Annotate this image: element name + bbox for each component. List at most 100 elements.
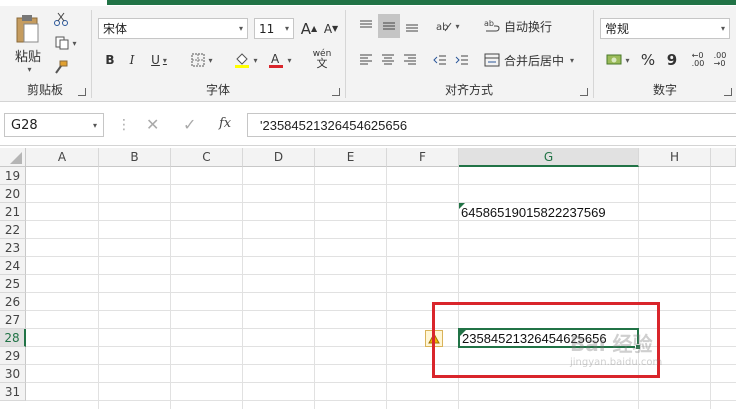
chevron-down-icon: ▾ [253,55,258,65]
paste-button[interactable]: 粘贴 ▾ [8,12,48,76]
grid-line [26,256,736,257]
grow-font-button[interactable]: A ▲ [300,18,318,39]
font-color-icon: A [269,52,284,68]
svg-text:ab: ab [484,19,494,28]
format-painter-button[interactable] [52,58,70,76]
comma-style-button[interactable]: 9 [662,50,682,70]
font-color-button[interactable]: A ▾ [264,50,296,70]
row-header-24[interactable]: 24 [0,257,26,275]
increase-indent-button[interactable] [452,50,472,70]
middle-align-button[interactable] [378,14,400,38]
grid-line [26,274,736,275]
borders-icon [191,53,205,67]
grid-line [170,167,171,409]
align-top-icon [360,20,372,28]
font-size-select[interactable]: 11 ▾ [254,18,294,39]
percent-button[interactable]: % [638,50,658,70]
number-group-label: 数字 [652,83,677,97]
paste-label: 粘贴 [14,50,41,65]
more-options-icon[interactable]: ⋮ [117,117,131,133]
cut-button[interactable] [52,10,70,28]
column-header-overflow[interactable] [711,148,736,167]
align-middle-icon [383,22,395,30]
column-header-g[interactable]: G [459,148,639,167]
row-header-20[interactable]: 20 [0,185,26,203]
align-right-button[interactable] [400,50,420,70]
column-header-a[interactable]: A [26,148,99,167]
bottom-align-button[interactable] [402,16,422,36]
shrink-font-button[interactable]: A ▼ [322,18,340,39]
row-header-21[interactable]: 21 [0,203,26,221]
column-header-h[interactable]: H [639,148,711,167]
ribbon: 粘贴 ▾ ▾ 剪贴板 宋体 ▾ 11 ▾ A ▲ A ▼ B I U ▾ ▾ ▾… [0,6,736,102]
paste-dropdown-arrow: ▾ [27,65,32,74]
enter-icon[interactable]: ✓ [183,115,196,134]
alignment-launcher-icon[interactable] [580,88,588,96]
chevron-down-icon: ▾ [208,55,213,65]
chevron-down-icon[interactable]: ▾ [93,121,97,130]
row-header-29[interactable]: 29 [0,347,26,365]
orientation-button[interactable]: ab ▾ [432,16,464,36]
number-format-value: 常规 [605,22,630,36]
top-align-button[interactable] [356,16,376,36]
font-launcher-icon[interactable] [332,88,340,96]
formula-input[interactable]: '23584521326454625656 [247,113,736,137]
row-header-22[interactable]: 22 [0,221,26,239]
column-header-e[interactable]: E [315,148,387,167]
paste-icon [16,15,39,43]
chevron-down-icon: ▾ [455,21,460,31]
font-name-select[interactable]: 宋体 ▾ [98,18,248,39]
chevron-down-icon: ▾ [162,55,167,65]
italic-icon: I [129,53,135,67]
clipboard-group-label: 剪贴板 [26,83,63,97]
alignment-group: ab ▾ ab 自动换行 合并后居中 ▾ 对齐方式 [346,6,592,102]
row-header-26[interactable]: 26 [0,293,26,311]
align-left-button[interactable] [356,50,376,70]
underline-button[interactable]: U ▾ [144,50,174,70]
align-center-button[interactable] [378,50,398,70]
shrink-font-icon: A [323,21,333,36]
merge-center-icon [484,53,500,67]
row-header-31[interactable]: 31 [0,383,26,401]
accounting-format-button[interactable]: ▾ [602,50,634,70]
row-header-25[interactable]: 25 [0,275,26,293]
column-header-b[interactable]: B [99,148,171,167]
merge-center-button[interactable]: 合并后居中 ▾ [484,50,580,70]
increase-indent-icon [455,55,468,65]
column-header-c[interactable]: C [171,148,243,167]
increase-decimal-button[interactable]: ←0.00 [688,50,708,70]
watermark-subtext: jingyan.baidu.com [570,357,663,368]
svg-text:ab: ab [436,22,448,33]
copy-button[interactable]: ▾ [52,34,80,52]
fill-color-button[interactable]: ▾ [230,50,262,70]
increase-decimal-icon: ←0.00 [691,51,705,68]
bold-button[interactable]: B [100,50,120,70]
grid-line [26,382,736,383]
chevron-down-icon: ▾ [238,24,243,33]
row-header-28[interactable]: 28 [0,329,26,347]
number-launcher-icon[interactable] [724,88,732,96]
row-header-19[interactable]: 19 [0,167,26,185]
row-header-27[interactable]: 27 [0,311,26,329]
grid-line [26,184,736,185]
number-format-select[interactable]: 常规 ▾ [600,18,730,39]
decrease-indent-button[interactable] [430,50,450,70]
name-box[interactable]: G28 ▾ [4,113,104,137]
insert-function-button[interactable]: fx [219,116,231,131]
decrease-decimal-button[interactable]: .00 →0 [710,50,730,70]
phonetic-button[interactable]: wén 文 [304,46,340,72]
formula-content: '23584521326454625656 [260,117,408,133]
bold-icon: B [105,53,115,67]
row-header-23[interactable]: 23 [0,239,26,257]
currency-icon [606,54,622,65]
clipboard-launcher-icon[interactable] [78,88,86,96]
borders-button[interactable]: ▾ [186,50,218,70]
wrap-text-button[interactable]: ab 自动换行 [484,16,580,36]
cell-g21[interactable]: 645865190158222375​69 [459,203,639,221]
select-all-corner[interactable] [0,148,26,167]
cancel-icon[interactable]: ✕ [146,115,159,134]
row-header-30[interactable]: 30 [0,365,26,383]
column-header-f[interactable]: F [387,148,459,167]
italic-button[interactable]: I [122,50,142,70]
column-header-d[interactable]: D [243,148,315,167]
